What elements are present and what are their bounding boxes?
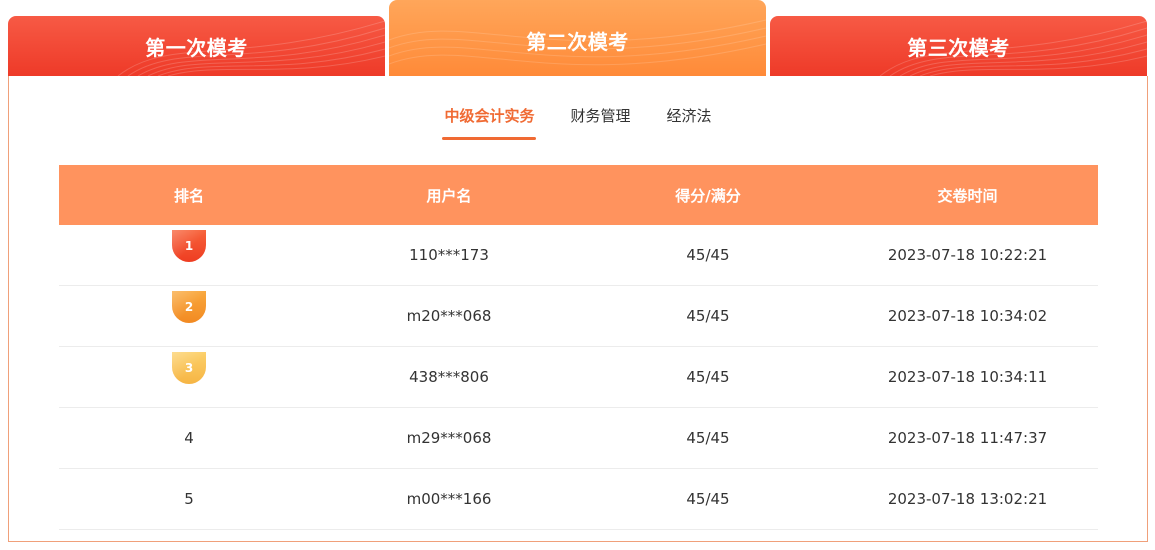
exam-tab-third[interactable]: 第三次模考 (770, 16, 1147, 76)
time-cell: 2023-07-18 10:22:21 (887, 246, 1048, 264)
rank-cell: 4 (184, 429, 194, 447)
exam-tab-bar: 第一次模考 第二次模考 第三次模考 (8, 0, 1148, 76)
rank-medal-icon: 1 (172, 230, 206, 262)
username-cell: 438***806 (409, 368, 489, 386)
header-submit-time: 交卷时间 (937, 186, 998, 205)
table-header: 排名 用户名 得分/满分 交卷时间 (59, 165, 1098, 225)
subject-tab-financial-management[interactable]: 财务管理 (568, 104, 632, 140)
time-cell: 2023-07-18 13:02:21 (887, 490, 1048, 508)
rank-number: 1 (184, 239, 194, 253)
score-cell: 45/45 (686, 490, 730, 508)
rank-medal-icon: 3 (172, 352, 206, 384)
exam-tab-label: 第三次模考 (907, 35, 1010, 60)
ranking-table: 排名 用户名 得分/满分 交卷时间 1 110***173 45/45 2023… (59, 165, 1098, 530)
rank-number: 3 (184, 361, 194, 375)
username-cell: 110***173 (409, 246, 489, 264)
table-row: 2 m20***068 45/45 2023-07-18 10:34:02 (59, 286, 1098, 347)
time-cell: 2023-07-18 10:34:02 (887, 307, 1048, 325)
subject-tab-accounting[interactable]: 中级会计实务 (442, 104, 537, 140)
score-cell: 45/45 (686, 246, 730, 264)
rank-medal-icon: 2 (172, 291, 206, 323)
score-cell: 45/45 (686, 429, 730, 447)
header-username: 用户名 (426, 186, 472, 205)
exam-tab-first[interactable]: 第一次模考 (8, 16, 385, 76)
time-cell: 2023-07-18 10:34:11 (887, 368, 1048, 386)
username-cell: m00***166 (406, 490, 492, 508)
ranking-panel: 中级会计实务 财务管理 经济法 排名 用户名 得分/满分 交卷时间 1 110*… (8, 76, 1148, 542)
score-cell: 45/45 (686, 368, 730, 386)
exam-tab-label: 第二次模考 (526, 30, 629, 54)
table-row: 5 m00***166 45/45 2023-07-18 13:02:21 (59, 469, 1098, 530)
subject-tab-bar: 中级会计实务 财务管理 经济法 (9, 104, 1147, 144)
table-row: 4 m29***068 45/45 2023-07-18 11:47:37 (59, 408, 1098, 469)
table-row: 3 438***806 45/45 2023-07-18 10:34:11 (59, 347, 1098, 408)
header-score: 得分/满分 (675, 186, 741, 205)
subject-tab-economic-law[interactable]: 经济法 (665, 104, 714, 140)
score-cell: 45/45 (686, 307, 730, 325)
rank-cell: 5 (184, 490, 194, 508)
time-cell: 2023-07-18 11:47:37 (887, 429, 1048, 447)
table-row: 1 110***173 45/45 2023-07-18 10:22:21 (59, 225, 1098, 286)
username-cell: m29***068 (406, 429, 492, 447)
username-cell: m20***068 (406, 307, 492, 325)
header-rank: 排名 (173, 186, 204, 205)
exam-tab-second[interactable]: 第二次模考 (389, 0, 766, 76)
rank-number: 2 (184, 300, 194, 314)
exam-tab-label: 第一次模考 (145, 35, 248, 60)
